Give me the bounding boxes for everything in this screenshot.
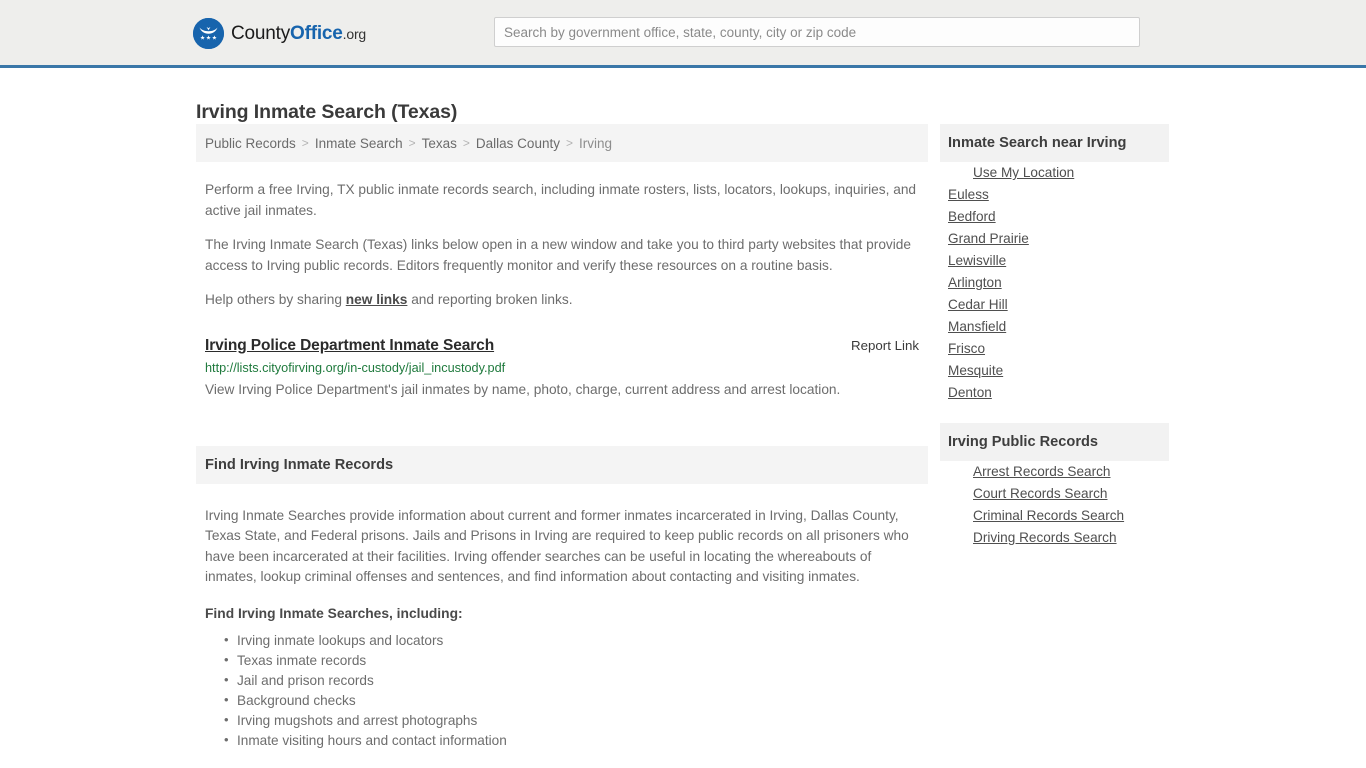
sidebar-item-mesquite[interactable]: Mesquite [940,360,1169,382]
sidebar-public-records-list: Arrest Records Search Court Records Sear… [940,461,1169,549]
breadcrumb-item-texas[interactable]: Texas [422,136,457,151]
breadcrumb-item-public-records[interactable]: Public Records [205,136,296,151]
breadcrumb-item-dallas-county[interactable]: Dallas County [476,136,560,151]
sidebar-header-public-records: Irving Public Records [940,423,1169,461]
inmate-search-feature-list: Irving inmate lookups and locators Texas… [205,630,919,751]
sidebar-item-use-my-location[interactable]: Use My Location [940,162,1169,184]
section-paragraph: Irving Inmate Searches provide informati… [205,507,909,585]
page-title: Irving Inmate Search (Texas) [196,101,458,124]
intro-paragraph-2: The Irving Inmate Search (Texas) links b… [205,237,912,273]
intro-paragraph-3: Help others by sharing new links and rep… [196,290,928,311]
sidebar-nearby-list: Use My Location Euless Bedford Grand Pra… [940,162,1169,404]
sidebar-item-denton[interactable]: Denton [940,382,1169,404]
search-input[interactable] [494,17,1140,47]
sidebar-heading-public-records: Irving Public Records [948,434,1099,450]
list-item: Jail and prison records [224,670,919,691]
main-content: Public Records > Inmate Search > Texas >… [196,124,928,751]
sidebar-heading-nearby: Inmate Search near Irving [948,135,1127,151]
breadcrumb-item-irving[interactable]: Irving [579,136,612,151]
list-item: Irving mugshots and arrest photographs [224,710,919,731]
sidebar-item-cedar-hill[interactable]: Cedar Hill [940,294,1169,316]
site-header: CountyOffice.org [0,0,1366,68]
logo-word-office: Office [290,22,343,44]
sidebar-item-bedford[interactable]: Bedford [940,206,1169,228]
list-item: Texas inmate records [224,650,919,671]
sidebar-item-grand-prairie[interactable]: Grand Prairie [940,228,1169,250]
result-item: Irving Police Department Inmate Search R… [196,337,928,402]
new-links-link[interactable]: new links [346,292,408,307]
result-header-row: Irving Police Department Inmate Search R… [205,337,919,355]
intro-p3-text-after: and reporting broken links. [407,292,573,307]
list-item: Inmate visiting hours and contact inform… [224,730,919,751]
section-body: Irving Inmate Searches provide informati… [196,506,928,751]
sidebar-item-criminal-records[interactable]: Criminal Records Search [940,505,1169,527]
breadcrumb-separator: > [462,136,470,150]
section-heading: Find Irving Inmate Records [205,456,394,473]
result-title-link[interactable]: Irving Police Department Inmate Search [205,337,494,355]
sidebar-item-court-records[interactable]: Court Records Search [940,483,1169,505]
logo-wordmark: CountyOffice.org [231,23,366,45]
breadcrumb: Public Records > Inmate Search > Texas >… [196,124,928,162]
result-description: View Irving Police Department's jail inm… [205,381,841,397]
intro-paragraph-1: Perform a free Irving, TX public inmate … [205,182,917,218]
list-item: Background checks [224,690,919,711]
breadcrumb-item-inmate-search[interactable]: Inmate Search [315,136,403,151]
result-url-link[interactable]: http://lists.cityofirving.org/in-custody… [205,361,919,375]
report-link-button[interactable]: Report Link [851,338,919,353]
sidebar-header-nearby: Inmate Search near Irving [940,124,1169,162]
breadcrumb-separator: > [301,136,309,150]
list-item: Irving inmate lookups and locators [224,630,919,651]
logo-word-county: County [231,22,291,44]
sidebar-item-arlington[interactable]: Arlington [940,272,1169,294]
sidebar-item-euless[interactable]: Euless [940,184,1169,206]
sidebar-item-driving-records[interactable]: Driving Records Search [940,527,1169,549]
eagle-shield-icon [193,18,224,49]
sidebar-item-arrest-records[interactable]: Arrest Records Search [940,461,1169,483]
section-subheading: Find Irving Inmate Searches, including: [205,605,463,621]
breadcrumb-separator: > [408,136,416,150]
sidebar-item-mansfield[interactable]: Mansfield [940,316,1169,338]
logo-word-org: .org [342,25,367,42]
section-header-find-records: Find Irving Inmate Records [196,445,928,484]
sidebar-item-lewisville[interactable]: Lewisville [940,250,1169,272]
site-logo[interactable]: CountyOffice.org [193,18,366,49]
sidebar-block-public-records: Irving Public Records Arrest Records Sea… [940,423,1169,549]
sidebar-item-frisco[interactable]: Frisco [940,338,1169,360]
intro-p3-text-before: Help others by sharing [205,292,346,307]
breadcrumb-separator: > [565,136,573,150]
sidebar: Inmate Search near Irving Use My Locatio… [940,124,1169,549]
